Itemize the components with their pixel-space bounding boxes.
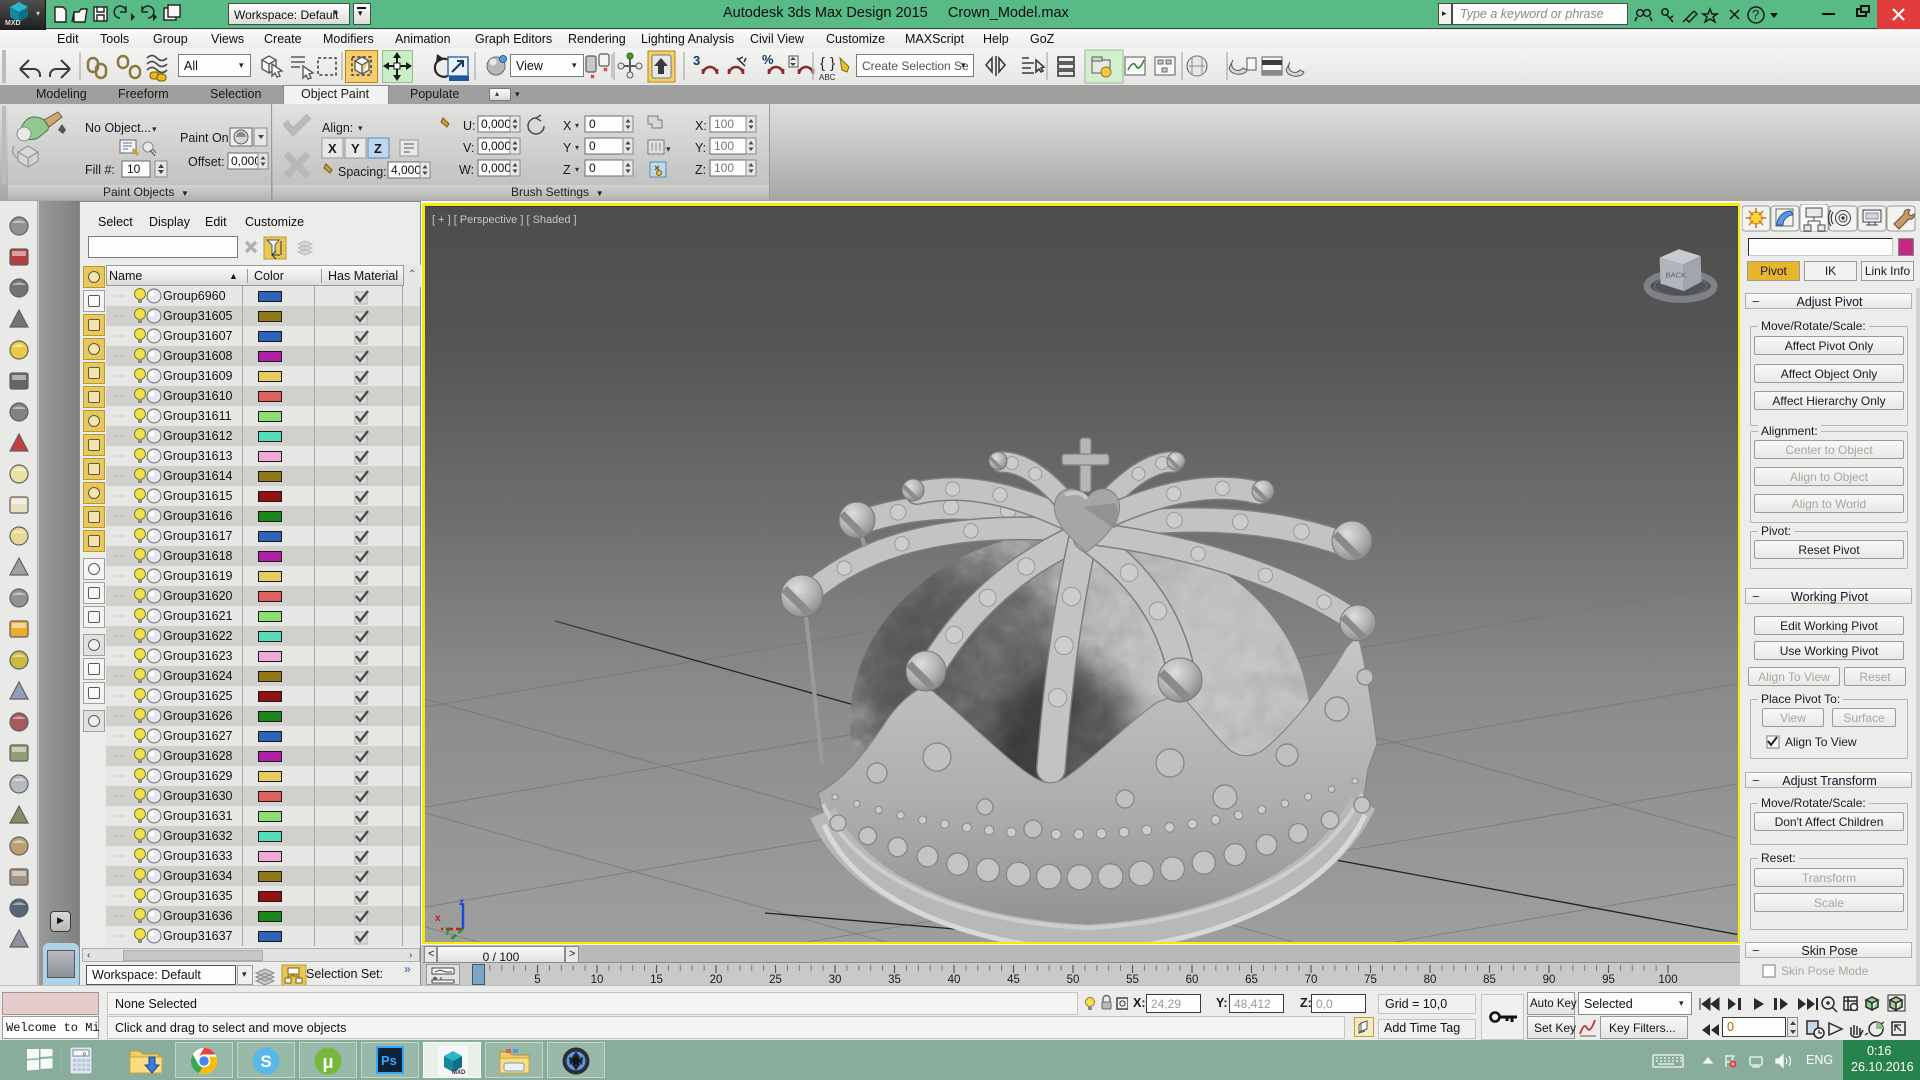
svg-text:y: y bbox=[445, 925, 451, 936]
svg-text:x: x bbox=[435, 913, 441, 924]
svg-text:}: } bbox=[830, 55, 835, 72]
svg-text:Offset:: Offset: bbox=[188, 155, 225, 169]
svg-text:X:: X: bbox=[695, 119, 707, 133]
svg-text:0,000: 0,000 bbox=[481, 161, 511, 175]
svg-text:V:: V: bbox=[463, 141, 474, 155]
svg-text:Align:: Align: bbox=[322, 121, 353, 135]
svg-text:100: 100 bbox=[714, 161, 734, 175]
svg-text:0: 0 bbox=[589, 117, 596, 131]
svg-text:▾: ▾ bbox=[575, 121, 579, 130]
svg-text:μ: μ bbox=[322, 1052, 333, 1072]
svg-text:Spacing:: Spacing: bbox=[338, 165, 387, 179]
svg-text:X: X bbox=[328, 141, 337, 156]
svg-text:▾: ▾ bbox=[152, 124, 157, 134]
svg-text:3: 3 bbox=[693, 53, 700, 68]
svg-text:0: 0 bbox=[83, 1052, 86, 1058]
svg-text:BACK: BACK bbox=[1665, 271, 1686, 280]
svg-text:Paint On:: Paint On: bbox=[180, 131, 232, 145]
svg-text:▾: ▾ bbox=[666, 144, 671, 154]
svg-text:X: X bbox=[563, 119, 572, 133]
svg-text:10: 10 bbox=[127, 162, 141, 176]
svg-text:?: ? bbox=[1752, 7, 1759, 22]
svg-text:No Object...: No Object... bbox=[85, 121, 151, 135]
svg-text:0,000: 0,000 bbox=[481, 139, 511, 153]
svg-text:0,000: 0,000 bbox=[231, 154, 261, 168]
svg-text:U:: U: bbox=[463, 119, 476, 133]
svg-text:100: 100 bbox=[714, 139, 734, 153]
svg-text:%: % bbox=[762, 52, 774, 67]
svg-text:MXD: MXD bbox=[452, 1070, 466, 1076]
svg-text:S: S bbox=[260, 1052, 271, 1071]
svg-text:Z:: Z: bbox=[695, 163, 706, 177]
svg-text:Y:: Y: bbox=[695, 141, 706, 155]
svg-text:▾: ▾ bbox=[575, 165, 579, 174]
svg-text:▾: ▾ bbox=[575, 143, 579, 152]
svg-text:W:: W: bbox=[459, 163, 474, 177]
svg-text:4,000: 4,000 bbox=[391, 163, 421, 177]
svg-text:100: 100 bbox=[714, 117, 734, 131]
svg-text:Y: Y bbox=[351, 141, 360, 156]
svg-text:0: 0 bbox=[589, 161, 596, 175]
svg-text:Fill #:: Fill #: bbox=[85, 163, 115, 177]
svg-text:0: 0 bbox=[589, 139, 596, 153]
svg-text:Z: Z bbox=[374, 141, 382, 156]
svg-text:▾: ▾ bbox=[358, 123, 363, 133]
svg-text:ABC: ABC bbox=[819, 73, 836, 82]
svg-text:{: { bbox=[820, 55, 825, 72]
svg-text:0,000: 0,000 bbox=[481, 117, 511, 131]
svg-text:Y: Y bbox=[563, 141, 572, 155]
svg-text:Z: Z bbox=[563, 163, 571, 177]
svg-text:z: z bbox=[459, 897, 464, 908]
